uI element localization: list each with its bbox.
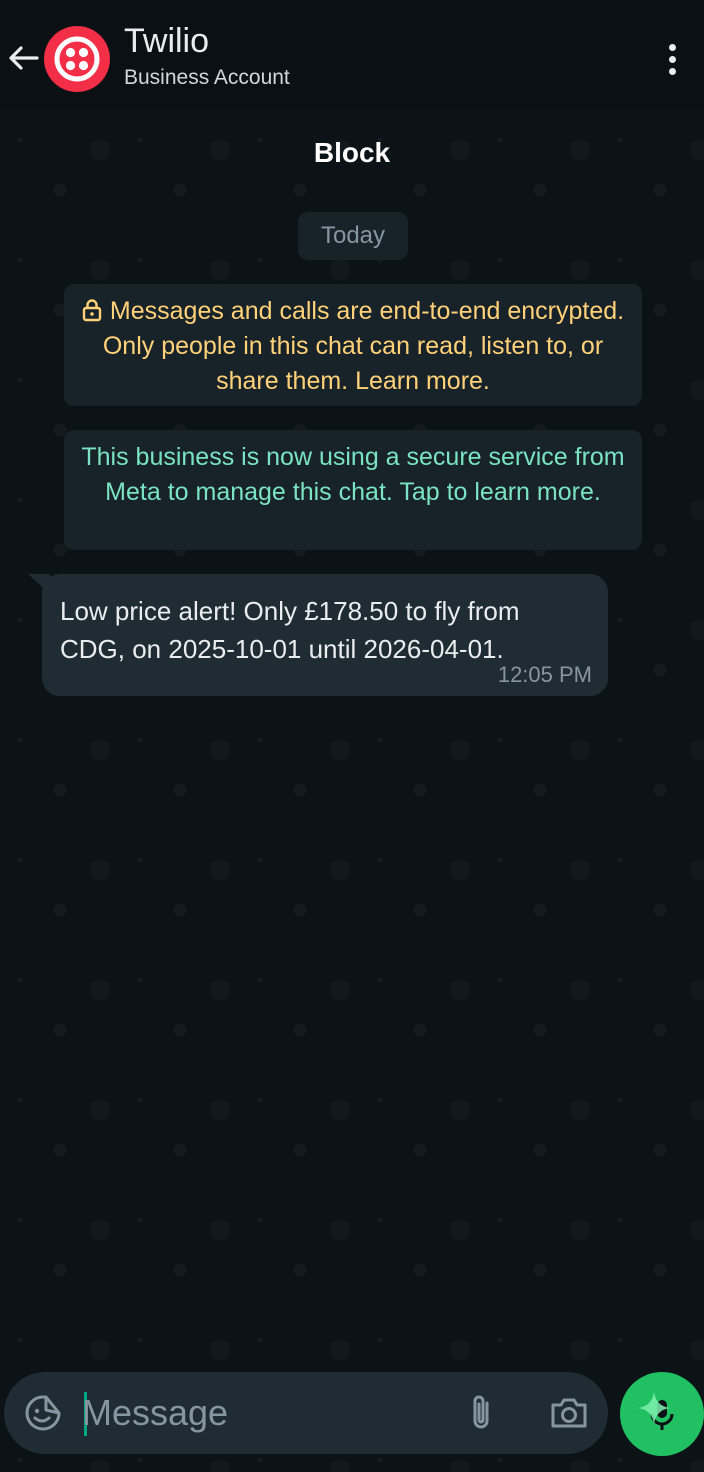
- avatar[interactable]: [44, 26, 110, 92]
- message-time: 12:05 PM: [497, 662, 592, 687]
- mic-button[interactable]: [620, 1372, 704, 1456]
- message-bubble[interactable]: Low price alert! Only £178.50 to fly fro…: [42, 574, 608, 696]
- back-arrow-icon: [9, 46, 39, 70]
- more-options-icon: [668, 43, 676, 51]
- more-options-button[interactable]: [654, 38, 690, 80]
- camera-button[interactable]: [546, 1392, 592, 1434]
- chat-screen: Twilio Business Account Block Today Mess…: [0, 0, 704, 1472]
- sticker-icon: [25, 1395, 61, 1431]
- block-button[interactable]: Block: [292, 128, 412, 178]
- encryption-notice[interactable]: Messages and calls are end-to-end encryp…: [64, 284, 642, 406]
- business-notice[interactable]: This business is now using a secure serv…: [64, 430, 642, 550]
- twilio-logo-icon: [54, 36, 100, 82]
- message-input[interactable]: [82, 1388, 442, 1438]
- sticker-button[interactable]: [22, 1392, 64, 1434]
- message-text: Low price alert! Only £178.50 to fly fro…: [60, 596, 520, 664]
- contact-subtitle[interactable]: Business Account: [124, 64, 290, 92]
- lock-icon: [82, 299, 102, 322]
- more-options-dot: [668, 55, 676, 63]
- more-options-dot: [668, 67, 676, 75]
- sparkle-icon: [638, 1392, 670, 1424]
- back-button[interactable]: [4, 38, 42, 78]
- encryption-notice-text: Messages and calls are end-to-end encryp…: [102, 297, 625, 395]
- attach-button[interactable]: [460, 1392, 502, 1434]
- composer-bar: [4, 1372, 608, 1454]
- chat-header: Twilio Business Account: [0, 0, 704, 108]
- camera-icon: [551, 1398, 587, 1428]
- date-divider: Today: [298, 212, 408, 260]
- contact-name[interactable]: Twilio: [124, 20, 209, 62]
- attach-icon: [473, 1395, 489, 1429]
